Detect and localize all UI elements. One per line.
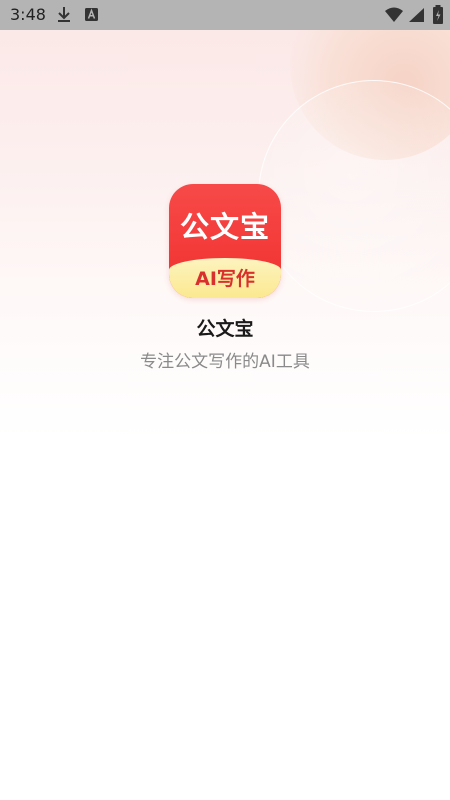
battery-icon xyxy=(432,5,444,29)
status-bar: 3:48 xyxy=(0,0,450,30)
app-logo-icon: 公文宝 AI写作 xyxy=(169,184,281,298)
signal-icon xyxy=(408,7,426,27)
app-logo-subtitle: AI写作 xyxy=(195,268,255,290)
status-time: 3:48 xyxy=(10,5,46,24)
splash-screen: 3:48 公文宝 AI写作 公文宝 专注公文写作的AI工具 xyxy=(0,0,450,800)
download-icon xyxy=(56,6,72,28)
app-logo-title: 公文宝 xyxy=(179,210,270,244)
app-name: 公文宝 xyxy=(196,318,254,340)
wifi-icon xyxy=(384,7,404,27)
a-badge-icon xyxy=(84,6,100,28)
app-logo-ribbon: AI写作 xyxy=(169,258,281,298)
app-tagline: 专注公文写作的AI工具 xyxy=(140,352,310,372)
